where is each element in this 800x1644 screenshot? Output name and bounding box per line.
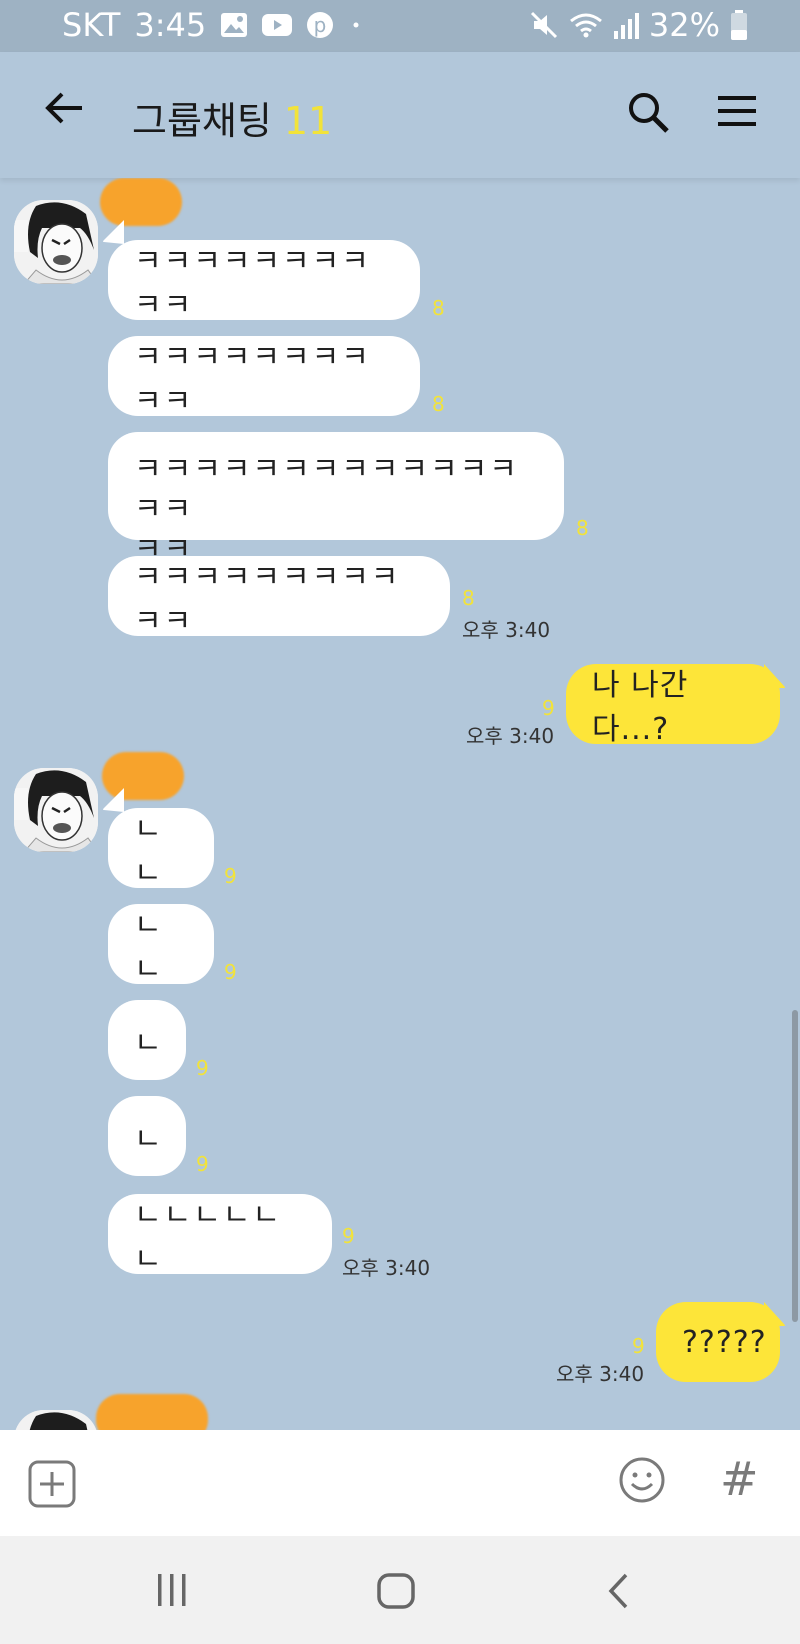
message-bubble[interactable]: ㄴㄴㄴㄴㄴㄴ: [108, 1194, 332, 1277]
my-message-bubble[interactable]: ?????: [656, 1302, 780, 1382]
message-bubble[interactable]: ㄴ: [108, 1096, 186, 1176]
message-text: ?????: [682, 1324, 767, 1360]
hashtag-search-button[interactable]: #: [720, 1452, 759, 1506]
chat-title: 그룹채팅 11: [132, 90, 332, 145]
chat-area[interactable]: ㅋㅋㅋㅋㅋㅋㅋㅋㅋㅋ 8 ㅋㅋㅋㅋㅋㅋㅋㅋㅋㅋ 8 ㅋㅋㅋㅋㅋㅋㅋㅋㅋㅋㅋㅋㅋㅋ…: [0, 178, 800, 1430]
signal-icon: [613, 13, 639, 39]
mute-icon: [530, 11, 557, 39]
avatar[interactable]: [14, 1410, 98, 1430]
face-illustration: [14, 200, 98, 284]
my-message-bubble[interactable]: 나 나간다...?: [566, 664, 780, 747]
unread-count: 9: [542, 696, 555, 720]
emoji-icon[interactable]: [618, 1456, 666, 1504]
youtube-icon: [262, 14, 293, 36]
message-bubble[interactable]: ㅋㅋㅋㅋㅋㅋㅋㅋㅋㅋㅋ: [108, 556, 450, 639]
recent-apps-icon[interactable]: [154, 1572, 190, 1608]
message-time: 오후 3:40: [462, 618, 551, 642]
gallery-icon: [221, 13, 248, 37]
pinterest-icon: p: [307, 12, 334, 38]
menu-icon[interactable]: [716, 90, 758, 132]
message-bubble[interactable]: ㄴ: [108, 1000, 186, 1080]
unread-count: 9: [632, 1334, 645, 1358]
message-bubble[interactable]: ㅋㅋㅋㅋㅋㅋㅋㅋㅋㅋㅋㅋㅋㅋㅋ ㅋㅋ: [108, 432, 564, 567]
bubble-tail: [764, 1302, 785, 1326]
message-text: ㄴㄴ: [134, 812, 164, 891]
sender-name-redacted: [96, 1394, 208, 1430]
battery-icon: [731, 10, 747, 40]
sender-name-redacted: [100, 178, 182, 226]
unread-count: 8: [576, 516, 589, 540]
back-arrow-icon[interactable]: [40, 84, 88, 132]
search-icon[interactable]: [624, 88, 672, 136]
status-bar: SKT 3:45 p 32%: [0, 0, 800, 52]
message-text: ㄴ: [134, 1122, 164, 1157]
message-text: ㄴㄴㄴㄴㄴㄴ: [134, 1198, 282, 1277]
unread-count: 9: [224, 864, 237, 888]
unread-count: 8: [462, 586, 475, 610]
message-text: ㅋㅋㅋㅋㅋㅋㅋㅋㅋㅋ: [134, 340, 371, 419]
message-bubble[interactable]: ㅋㅋㅋㅋㅋㅋㅋㅋㅋㅋ: [108, 336, 420, 419]
message-time: 오후 3:40: [556, 1362, 645, 1386]
face-illustration: [14, 768, 98, 852]
system-navigation-bar: [0, 1536, 800, 1644]
bubble-tail: [764, 664, 785, 688]
message-time: 오후 3:40: [342, 1256, 431, 1280]
dot-icon: [353, 22, 359, 28]
member-count: 11: [283, 99, 333, 143]
message-bubble[interactable]: ㄴㄴ: [108, 904, 214, 987]
battery-percent: 32%: [648, 6, 720, 44]
message-text: ㅋㅋㅋㅋㅋㅋㅋㅋㅋㅋ: [134, 244, 371, 323]
message-text: ㄴㄴ: [134, 908, 164, 987]
message-text: ㅋㅋㅋㅋㅋㅋㅋㅋㅋㅋㅋ: [134, 560, 401, 639]
message-text: 나 나간다...?: [592, 668, 689, 747]
avatar[interactable]: [14, 768, 98, 852]
unread-count: 9: [342, 1224, 355, 1248]
unread-count: 9: [224, 960, 237, 984]
wifi-icon: [569, 13, 602, 38]
add-icon[interactable]: [28, 1460, 76, 1508]
avatar[interactable]: [14, 200, 98, 284]
bubble-tail: [103, 788, 124, 812]
bubble-tail: [103, 220, 124, 244]
clock: 3:45: [134, 6, 207, 44]
svg-text:p: p: [314, 13, 327, 37]
home-icon[interactable]: [376, 1572, 416, 1610]
message-bubble[interactable]: ㄴㄴ: [108, 808, 214, 891]
message-text: ㄴ: [134, 1026, 164, 1061]
message-input-bar: #: [0, 1430, 800, 1536]
unread-count: 8: [432, 296, 445, 320]
carrier-label: SKT: [62, 6, 121, 44]
message-bubble[interactable]: ㅋㅋㅋㅋㅋㅋㅋㅋㅋㅋ: [108, 240, 420, 323]
message-text-line: ㅋㅋㅋㅋㅋㅋㅋㅋㅋㅋㅋㅋㅋㅋㅋ: [134, 452, 519, 527]
face-illustration: [14, 1410, 98, 1430]
unread-count: 9: [196, 1152, 209, 1176]
chat-header: 그룹채팅 11: [0, 52, 800, 178]
scrollbar[interactable]: [792, 1010, 798, 1322]
unread-count: 9: [196, 1056, 209, 1080]
message-time: 오후 3:40: [466, 724, 555, 748]
chat-title-text: 그룹채팅: [132, 99, 272, 143]
back-nav-icon[interactable]: [606, 1572, 632, 1610]
unread-count: 8: [432, 392, 445, 416]
